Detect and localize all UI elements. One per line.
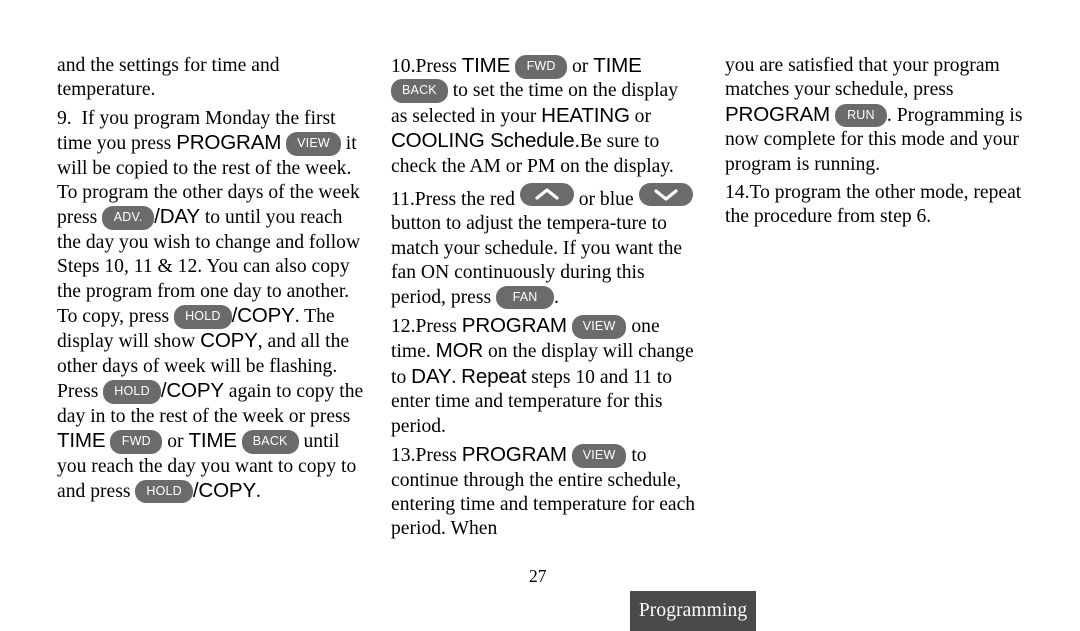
step-10-text-4: or [629, 105, 652, 127]
page-number: 27 [529, 566, 547, 586]
step-11-paragraph: 11.Press the red or blue button to adjus… [391, 183, 698, 310]
copy-label-4: /COPY [192, 478, 256, 502]
step-10-number: 10. [391, 56, 416, 77]
view-button-1[interactable]: VIEW [286, 132, 341, 156]
step-11-text-2: or blue [573, 189, 639, 211]
step-13-cont-text-1: you are satisfied that your program matc… [725, 55, 1000, 101]
up-arrow-button[interactable] [519, 183, 574, 207]
step-11-text-4: . [554, 286, 559, 308]
fwd-button-1[interactable]: FWD [110, 430, 163, 454]
step-14-text-1: To program the other mode, repeat the pr… [725, 182, 1022, 228]
back-button-1[interactable]: BACK [241, 430, 299, 454]
step-12-number: 12. [391, 316, 416, 338]
heating-label: HEATING [541, 103, 630, 127]
program-label-3: PROGRAM [461, 443, 567, 467]
view-button-3[interactable]: VIEW [571, 444, 627, 468]
step-14-number: 14. [725, 182, 750, 204]
step-11-number: 11. [391, 189, 415, 211]
time-label-1: TIME [57, 429, 106, 453]
step-10-paragraph: 10.Press TIME FWD or TIME BACK to set th… [391, 54, 698, 179]
step-9-text-9: . [255, 480, 261, 502]
section-tab-label: Programming [638, 600, 748, 621]
cooling-schedule-label: COOLING Schedule. [391, 129, 580, 153]
mor-label: MOR [435, 339, 484, 363]
step-14-paragraph: 14.To program the other mode, repeat the… [725, 181, 1025, 230]
program-label-4: PROGRAM [725, 102, 831, 126]
back-button-2[interactable]: BACK [391, 79, 448, 103]
column-3: you are satisfied that your program matc… [725, 54, 1025, 232]
down-arrow-button[interactable] [638, 183, 693, 207]
step-11-text-1: Press the red [414, 189, 520, 211]
step-12-text-1: Press [415, 316, 462, 338]
run-button[interactable]: RUN [834, 103, 887, 128]
day-label-1: /DAY [154, 205, 200, 229]
step-9-text-7: or [162, 431, 189, 453]
continued-text: and the settings for time and temperatur… [57, 55, 280, 101]
repeat-label: Repeat [461, 364, 527, 388]
hold-button-3[interactable]: HOLD [135, 479, 193, 504]
fan-button[interactable]: FAN [496, 285, 555, 310]
program-label-2: PROGRAM [461, 314, 567, 338]
step-12-paragraph: 12.Press PROGRAM VIEW one time. MOR on t… [391, 314, 698, 439]
step-13-paragraph: 13.Press PROGRAM VIEW to continue throug… [391, 443, 698, 542]
hold-button-2[interactable]: HOLD [103, 380, 161, 404]
step-13-continued-paragraph: you are satisfied that your program matc… [725, 54, 1025, 177]
step-10-text-1: Press [415, 56, 462, 77]
step-10-text-2: or [567, 56, 594, 77]
step-9-number: 9. [57, 107, 72, 129]
manual-page: and the settings for time and temperatur… [0, 0, 1080, 631]
fwd-button-2[interactable]: FWD [515, 55, 568, 79]
step-12-text-4: . [451, 366, 462, 388]
page-columns: and the settings for time and temperatur… [57, 54, 1032, 544]
step-13-text-1: Press [415, 445, 462, 467]
day-label-2: DAY [411, 364, 452, 388]
time-label-2: TIME [188, 429, 237, 453]
copy-label-2: COPY [200, 329, 258, 353]
step-13-number: 13. [391, 445, 416, 467]
step-9-paragraph: 9. If you program Monday the first time … [57, 107, 364, 505]
program-label-1: PROGRAM [176, 131, 282, 155]
column-1: and the settings for time and temperatur… [57, 54, 364, 506]
hold-button-1[interactable]: HOLD [174, 305, 232, 329]
adv-button-1[interactable]: ADV. [102, 206, 155, 230]
view-button-2[interactable]: VIEW [571, 315, 627, 339]
copy-label-3: /COPY [160, 379, 224, 403]
time-label-4: TIME [593, 54, 642, 77]
copy-label-1: /COPY [231, 304, 295, 328]
section-tab-programming: Programming [630, 591, 756, 631]
time-label-3: TIME [461, 54, 511, 77]
column-2: 10.Press TIME FWD or TIME BACK to set th… [391, 54, 698, 544]
paragraph-continued: and the settings for time and temperatur… [57, 54, 364, 103]
